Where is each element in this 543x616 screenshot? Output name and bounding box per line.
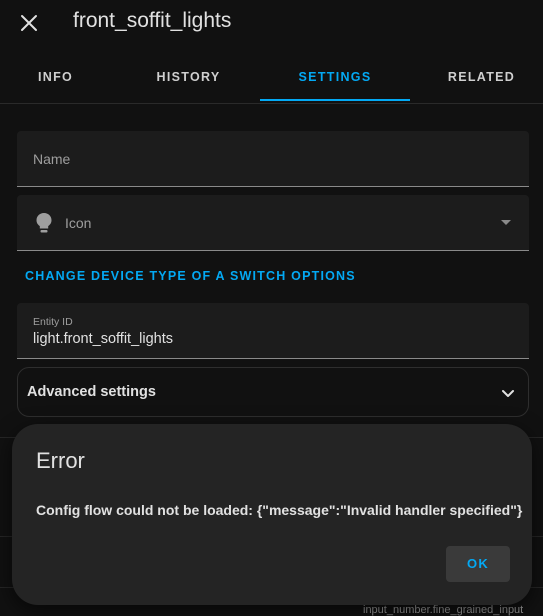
name-placeholder: Name xyxy=(33,151,71,167)
entity-id-value: light.front_soffit_lights xyxy=(33,331,173,347)
background-entity-text: input_number.fine_grained_input xyxy=(363,604,524,616)
advanced-settings-label: Advanced settings xyxy=(27,384,156,400)
entity-title: front_soffit_lights xyxy=(73,9,232,32)
tab-bar: INFO HISTORY SETTINGS RELATED xyxy=(0,56,543,104)
error-dialog-title: Error xyxy=(36,448,85,473)
close-button[interactable] xyxy=(16,10,42,36)
tab-info[interactable]: INFO xyxy=(0,56,111,103)
tab-related[interactable]: RELATED xyxy=(420,56,543,103)
tab-settings[interactable]: SETTINGS xyxy=(260,56,410,103)
lightbulb-icon xyxy=(36,213,52,233)
entity-id-field[interactable]: Entity ID light.front_soffit_lights xyxy=(17,303,529,359)
ok-button[interactable]: OK xyxy=(446,546,510,582)
change-device-type-button[interactable]: CHANGE DEVICE TYPE OF A SWITCH OPTIONS xyxy=(25,269,356,283)
name-field[interactable]: Name xyxy=(17,131,529,187)
dropdown-arrow-icon[interactable] xyxy=(501,220,511,225)
close-icon xyxy=(21,15,37,31)
entity-id-label: Entity ID xyxy=(33,316,73,328)
advanced-settings-expander[interactable]: Advanced settings xyxy=(17,367,529,417)
error-dialog: Error Config flow could not be loaded: {… xyxy=(12,424,532,605)
active-tab-indicator xyxy=(260,99,410,101)
chevron-down-icon xyxy=(502,390,514,397)
error-message: Config flow could not be loaded: {"messa… xyxy=(36,502,523,518)
icon-placeholder: Icon xyxy=(65,215,92,231)
tab-history[interactable]: HISTORY xyxy=(117,56,260,103)
icon-picker[interactable]: Icon xyxy=(17,195,529,251)
dialog-header: front_soffit_lights xyxy=(0,0,543,45)
